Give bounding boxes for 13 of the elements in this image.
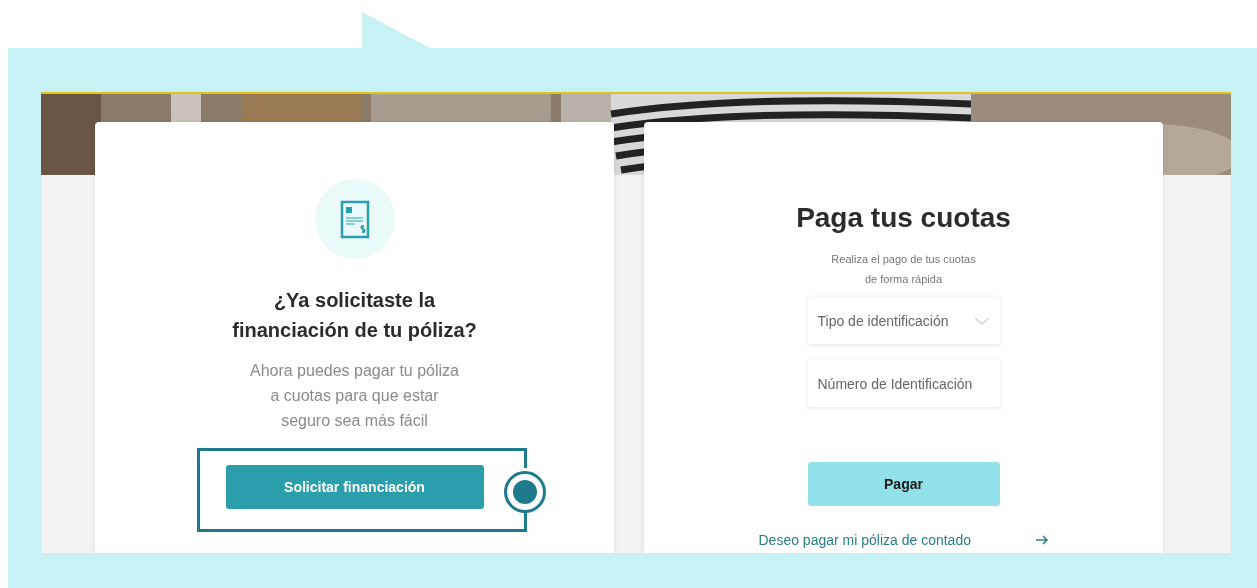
chevron-down-icon bbox=[973, 315, 990, 326]
marker-icon bbox=[503, 470, 547, 514]
pay-button[interactable]: Pagar bbox=[807, 462, 1000, 506]
card-heading: ¿Ya solicitaste la financiación de tu póliza? bbox=[232, 288, 477, 343]
card-subtitle: Realiza el pago de tus cuotas de forma rápida bbox=[831, 252, 976, 287]
card-description: Ahora puedes pagar tu póliza a cuotas para que estar seguro sea más fácil bbox=[249, 361, 459, 431]
arrow-icon bbox=[1034, 535, 1049, 545]
card-title: Paga tus cuotas bbox=[796, 201, 1011, 235]
invoice-icon bbox=[314, 179, 395, 259]
select-field[interactable]: Tipo de identificación bbox=[807, 297, 1000, 344]
pay-in-full-link[interactable]: Deseo pagar mi póliza de contado bbox=[758, 532, 971, 548]
request-financing-button[interactable]: Solicitar financiación bbox=[225, 465, 484, 509]
input-field[interactable]: Número de Identificación bbox=[807, 360, 1000, 407]
